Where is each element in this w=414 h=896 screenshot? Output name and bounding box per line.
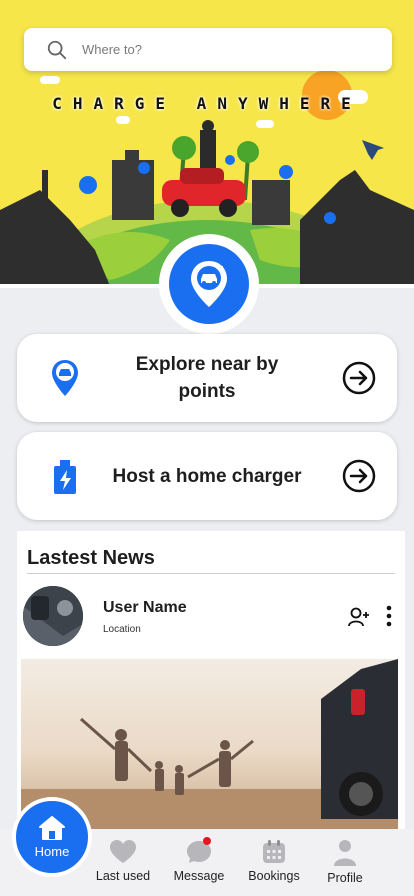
arrow-right-circle-icon[interactable] [342,361,376,395]
avatar[interactable] [23,586,83,646]
home-icon [39,815,65,840]
nav-last-used[interactable]: Last used [88,839,158,895]
add-user-icon[interactable] [348,607,370,627]
hero-tagline: CHARGE ANYWHERE [52,94,362,113]
heart-icon [110,840,136,863]
nav-message-label: Message [173,869,225,883]
nav-profile-label: Profile [327,871,363,885]
ev-location-pin-icon [52,360,78,396]
ev-location-pin-icon [191,261,227,307]
search-icon [47,40,67,59]
user-location: Location [103,624,141,635]
user-name[interactable]: User Name [103,599,187,617]
more-vertical-icon[interactable] [385,605,393,627]
news-divider [27,573,395,574]
calendar-icon [263,840,285,863]
arrow-right-circle-icon[interactable] [342,459,376,493]
nav-bookings[interactable]: Bookings [239,839,309,895]
host-charger-card[interactable]: Host a home charger [17,432,397,520]
search-bar[interactable] [24,28,392,71]
cloud-illustration [40,76,60,84]
nav-home-label: Home [34,843,70,859]
search-input[interactable] [82,42,362,57]
message-notification-dot [203,837,211,845]
nav-home-button[interactable]: Home [12,797,92,877]
host-charger-label: Host a home charger [112,465,302,487]
user-icon [334,840,356,866]
ev-location-badge[interactable] [159,234,259,334]
explore-nearby-label: Explore near by points [135,354,279,402]
nav-profile[interactable]: Profile [310,839,380,895]
nav-last-used-label: Last used [95,869,151,883]
news-title: Lastest News [27,547,155,569]
news-post-image[interactable] [21,659,398,831]
nav-message[interactable]: Message [164,837,234,895]
battery-charging-icon [54,460,76,494]
latest-news-section: Lastest News User Name Location [17,531,405,831]
explore-nearby-card[interactable]: Explore near by points [17,334,397,422]
nav-bookings-label: Bookings [248,869,300,883]
